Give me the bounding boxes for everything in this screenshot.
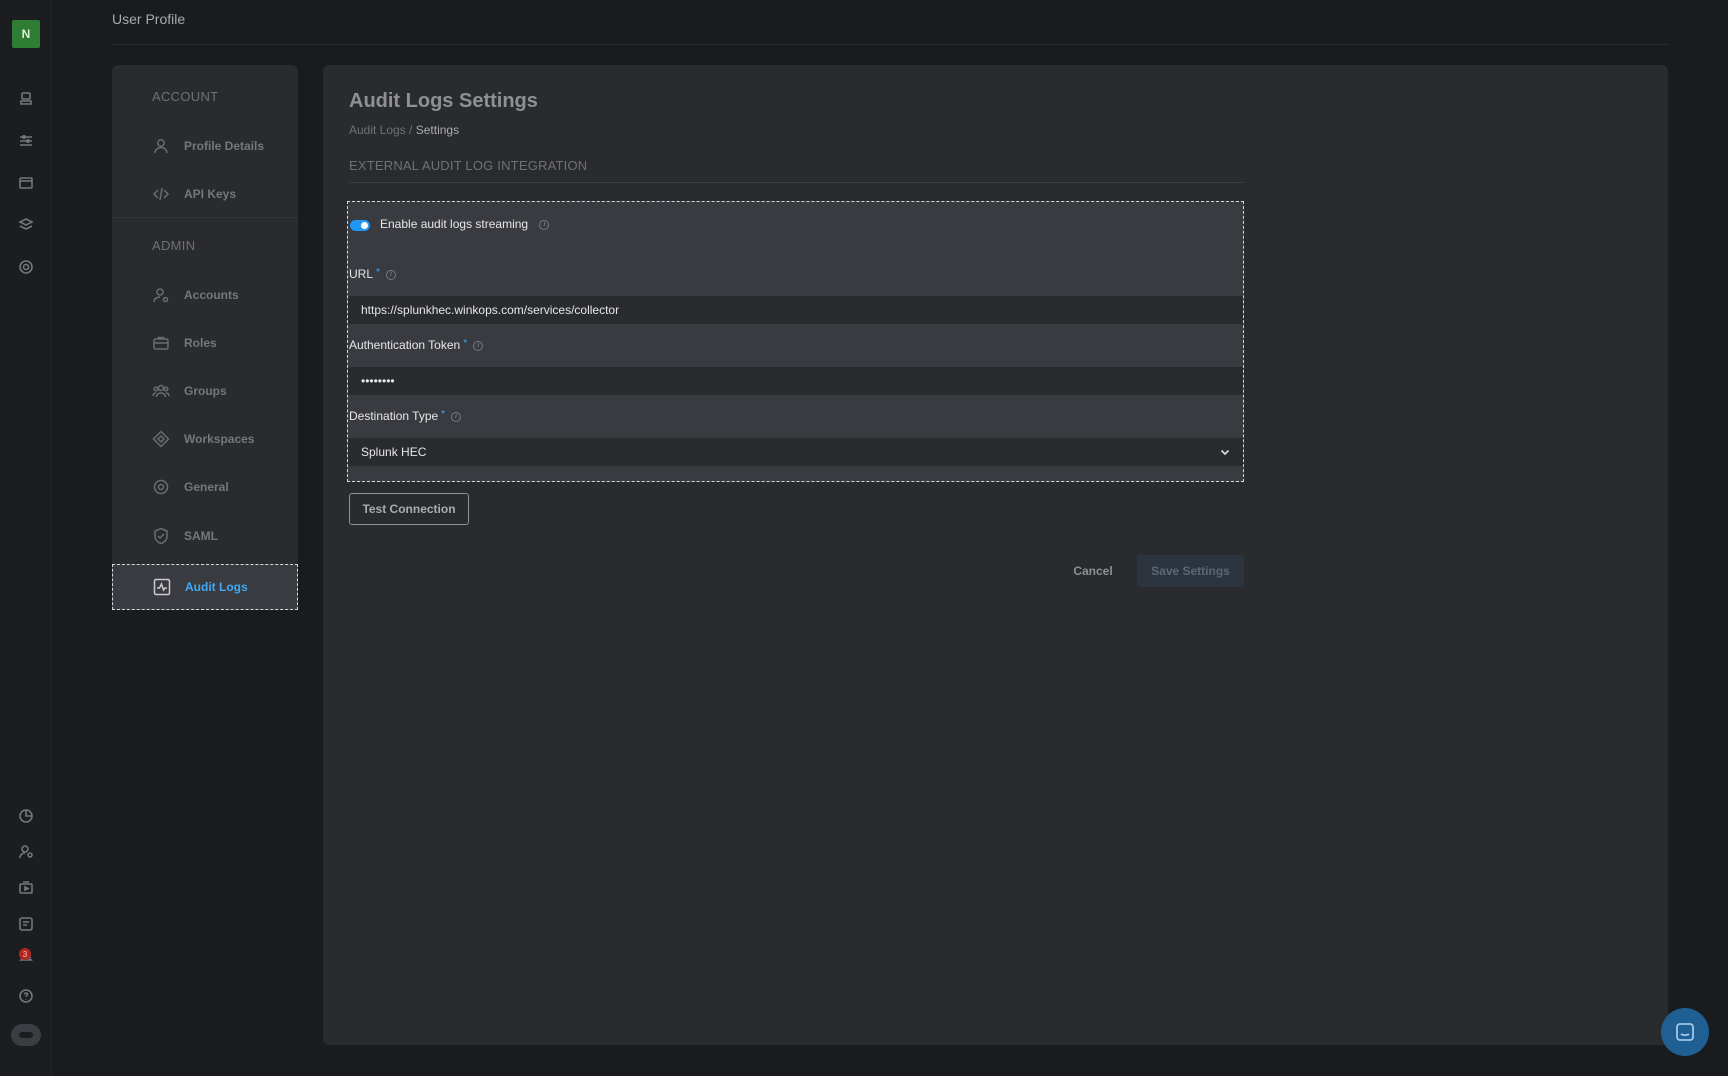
nav-item-accounts[interactable]: Accounts: [112, 275, 298, 315]
auth-token-input[interactable]: ••••••••: [348, 367, 1243, 395]
settings-icon: [153, 479, 169, 495]
destination-type-label: Destination Type * i: [349, 409, 462, 423]
nav-item-label: Accounts: [184, 288, 239, 302]
nav-divider: [112, 217, 298, 218]
shield-icon: [154, 527, 168, 545]
breadcrumb-parent[interactable]: Audit Logs: [349, 123, 406, 137]
activity-icon: [153, 578, 171, 596]
required-marker: *: [463, 338, 468, 349]
help-icon[interactable]: [16, 986, 36, 1006]
reports-icon[interactable]: [16, 914, 36, 934]
nav-item-label: Profile Details: [184, 139, 265, 153]
code-icon: [152, 187, 170, 201]
users-icon: [152, 384, 170, 398]
page-header-title: User Profile: [112, 11, 186, 27]
nav-item-label: Groups: [184, 384, 227, 398]
url-label: URL * i: [349, 267, 396, 281]
destination-type-select[interactable]: Splunk HEC: [348, 438, 1243, 466]
diamond-icon: [152, 430, 170, 448]
info-icon[interactable]: i: [473, 340, 484, 351]
nav-item-label: Roles: [184, 336, 217, 350]
cancel-button[interactable]: Cancel: [1058, 555, 1128, 587]
users-icon[interactable]: [16, 842, 36, 862]
nav-item-audit-logs[interactable]: Audit Logs: [112, 564, 298, 610]
settings-nav: ACCOUNT Profile Details API Keys ADMIN A…: [112, 65, 298, 610]
destination-type-value: Splunk HEC: [361, 445, 427, 459]
audit-log-form: Enable audit logs streaming i URL * i http…: [347, 201, 1244, 482]
layers-icon[interactable]: [16, 215, 36, 235]
notification-count-badge: 3: [19, 948, 31, 960]
header-divider: [112, 44, 1668, 45]
main-panel: Audit Logs Settings Audit Logs / Setting…: [323, 65, 1668, 1045]
assistant-icon[interactable]: [11, 1024, 41, 1046]
required-marker: *: [376, 267, 380, 278]
models-icon[interactable]: [16, 89, 36, 109]
auth-token-label: Authentication Token * i: [349, 338, 484, 352]
nav-item-groups[interactable]: Groups: [112, 371, 298, 411]
url-input[interactable]: https://splunkhec.winkops.com/services/c…: [348, 296, 1243, 324]
page-title: Audit Logs Settings: [349, 90, 538, 112]
user-avatar[interactable]: N: [12, 20, 40, 48]
nav-item-label: API Keys: [184, 187, 237, 201]
info-icon[interactable]: i: [451, 411, 462, 422]
chat-support-button[interactable]: [1661, 1008, 1709, 1056]
nav-item-label: Audit Logs: [185, 580, 248, 594]
pipelines-icon[interactable]: [16, 131, 36, 151]
briefcase-icon: [153, 336, 169, 350]
left-rail: N 3: [0, 0, 52, 1076]
analytics-icon[interactable]: [16, 806, 36, 826]
nav-item-label: General: [184, 480, 229, 494]
section-header: EXTERNAL AUDIT LOG INTEGRATION: [349, 158, 588, 173]
test-connection-button[interactable]: Test Connection: [349, 493, 469, 525]
targets-icon[interactable]: [16, 257, 36, 277]
nav-item-label: Workspaces: [184, 432, 255, 446]
info-icon[interactable]: i: [539, 219, 550, 230]
user-settings-icon: [153, 288, 169, 303]
nav-item-api-keys[interactable]: API Keys: [112, 174, 298, 214]
breadcrumb-separator: /: [405, 123, 416, 137]
media-icon[interactable]: [16, 878, 36, 898]
nav-section-admin: ADMIN: [152, 238, 196, 253]
required-marker: *: [441, 409, 446, 420]
enable-streaming-label: Enable audit logs streaming i: [380, 217, 550, 231]
breadcrumb: Audit Logs / Settings: [349, 123, 459, 137]
nav-item-label: SAML: [184, 529, 218, 543]
nav-item-saml[interactable]: SAML: [112, 516, 298, 556]
nav-item-roles[interactable]: Roles: [112, 323, 298, 363]
section-divider: [349, 182, 1244, 183]
chevron-down-icon: [1220, 449, 1230, 456]
chat-icon: [1676, 1023, 1694, 1041]
enable-streaming-toggle[interactable]: [350, 220, 370, 231]
deployments-icon[interactable]: [16, 173, 36, 193]
nav-section-account: ACCOUNT: [152, 89, 219, 104]
nav-item-general[interactable]: General: [112, 467, 298, 507]
info-icon[interactable]: i: [385, 269, 396, 280]
nav-item-profile-details[interactable]: Profile Details: [112, 126, 298, 166]
user-icon: [154, 139, 168, 154]
breadcrumb-current: Settings: [415, 123, 460, 137]
save-settings-button[interactable]: Save Settings: [1137, 555, 1244, 587]
nav-item-workspaces[interactable]: Workspaces: [112, 419, 298, 459]
